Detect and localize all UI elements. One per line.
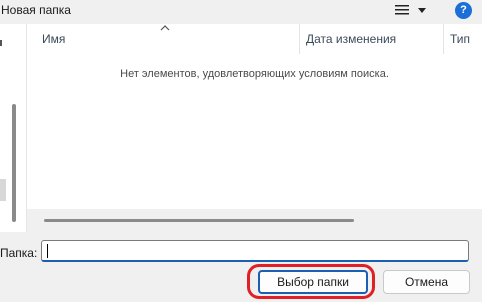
text-cursor <box>47 244 48 258</box>
folder-name-input[interactable] <box>41 240 469 262</box>
cancel-button[interactable]: Отмена <box>383 270 470 294</box>
new-folder-button[interactable]: Новая папка <box>1 3 71 17</box>
navigation-pane[interactable] <box>0 24 27 232</box>
file-list[interactable]: Имя Дата изменения Тип Нет элементов, уд… <box>27 24 482 232</box>
folder-field-label: Папка: <box>0 246 38 260</box>
list-view-icon[interactable] <box>395 4 409 16</box>
horizontal-scrollbar[interactable] <box>27 209 482 232</box>
chevron-down-icon[interactable] <box>416 5 428 15</box>
nav-selected-item[interactable] <box>0 179 6 201</box>
sort-up-caret-icon <box>160 25 170 31</box>
select-folder-button[interactable]: Выбор папки <box>258 270 368 294</box>
toolbar: Новая папка ? <box>0 0 482 24</box>
column-header-type[interactable]: Тип <box>443 24 482 54</box>
nav-item-marker <box>0 40 2 46</box>
empty-results-message: Нет элементов, удовлетворяющих условиям … <box>120 68 389 80</box>
help-icon[interactable]: ? <box>455 2 472 19</box>
column-header-date-modified[interactable]: Дата изменения <box>299 24 443 54</box>
horizontal-scrollbar-thumb[interactable] <box>44 219 354 222</box>
nav-scrollbar-thumb[interactable] <box>12 104 16 222</box>
